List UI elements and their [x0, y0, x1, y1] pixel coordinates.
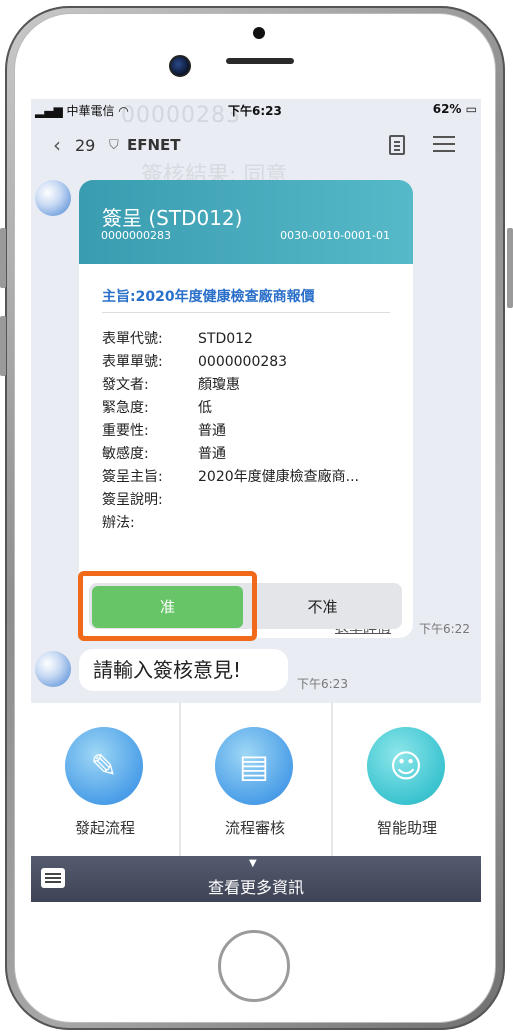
wifi-icon: ◠ [118, 104, 129, 118]
card-subject: 主旨:2020年度健康檢查廠商報價 [102, 289, 315, 305]
field-row: 辦法: [102, 512, 359, 535]
reject-button[interactable]: 不准 [243, 586, 402, 628]
field-row: 簽呈說明: [102, 489, 359, 512]
side-button [0, 228, 6, 288]
chat-title: EFNET [127, 136, 181, 154]
front-camera [169, 55, 191, 77]
field-row: 敏感度: 普通 [102, 443, 359, 466]
field-value: 2020年度健康檢查廠商... [198, 469, 359, 485]
menu-icon[interactable] [433, 136, 455, 152]
field-row: 表單代號: STD012 [102, 328, 359, 351]
field-label: 重要性: [102, 423, 149, 439]
earpiece-speaker [226, 58, 294, 64]
status-time: 下午6:23 [228, 104, 282, 118]
field-value: 低 [198, 400, 212, 416]
message-bubble: 請輸入簽核意見! [79, 649, 288, 691]
field-label: 簽呈說明: [102, 492, 163, 508]
side-button [507, 228, 513, 308]
field-row: 簽呈主旨: 2020年度健康檢查廠商... [102, 466, 359, 489]
action-label: 發起流程 [74, 819, 135, 837]
field-list: 表單代號: STD012 表單單號: 0000000283 發文者: 顏瓊惠 緊急度:… [102, 328, 359, 535]
field-row: 發文者: 顏瓊惠 [102, 374, 359, 397]
action-flow-review[interactable]: ▤ 流程審核 [181, 703, 329, 856]
home-button[interactable] [218, 930, 290, 1002]
field-label: 緊急度: [102, 400, 149, 416]
field-row: 緊急度: 低 [102, 397, 359, 420]
field-label: 表單單號: [102, 354, 163, 370]
field-label: 發文者: [102, 377, 149, 393]
status-bar: ▂▄▆ 中華電信 ◠ 下午6:23 62% ▭ [31, 99, 481, 121]
side-button [0, 316, 6, 376]
shield-icon: ⛉ [109, 138, 119, 153]
divider [102, 312, 390, 313]
caret-down-icon: ▼ [249, 858, 257, 869]
action-label: 智能助理 [376, 819, 437, 837]
approval-stamp-icon: ▤ [215, 727, 293, 805]
back-count[interactable]: 29 [75, 136, 95, 155]
message-time: 下午6:22 [419, 622, 470, 636]
field-label: 表單代號: [102, 331, 163, 347]
field-label: 敏感度: [102, 446, 149, 462]
battery-label: 62% [432, 102, 462, 116]
avatar[interactable] [35, 651, 71, 687]
bottom-bar: ▼ 查看更多資訊 [31, 856, 481, 902]
document-icon[interactable] [389, 135, 405, 155]
back-icon[interactable]: ‹ [53, 133, 61, 157]
front-sensor [253, 27, 265, 39]
highlight-box [78, 571, 257, 641]
field-row: 表單單號: 0000000283 [102, 351, 359, 374]
message-time: 下午6:23 [297, 677, 348, 691]
more-info-button[interactable]: 查看更多資訊 [31, 874, 481, 898]
card-code: 0030-0010-0001-01 [280, 229, 390, 242]
quick-actions: ✎ 發起流程 ▤ 流程審核 ☺ 智能助理 [31, 703, 481, 856]
robot-icon: ☺ [367, 727, 445, 805]
card-header: 簽呈 (STD012) 0000000283 0030-0010-0001-01 [79, 180, 413, 264]
field-value: 顏瓊惠 [198, 377, 240, 393]
field-value: 普通 [198, 423, 226, 439]
field-value: 普通 [198, 446, 226, 462]
battery-status: 62% ▭ [433, 102, 477, 116]
field-label: 簽呈主旨: [102, 469, 163, 485]
action-start-flow[interactable]: ✎ 發起流程 [31, 703, 179, 856]
action-label: 流程審核 [224, 819, 285, 837]
card-number: 0000000283 [101, 229, 171, 242]
carrier-label: 中華電信 [66, 104, 115, 118]
edit-document-icon: ✎ [65, 727, 143, 805]
field-label: 辦法: [102, 515, 135, 531]
action-smart-assistant[interactable]: ☺ 智能助理 [333, 703, 481, 856]
field-value: 0000000283 [198, 354, 288, 370]
nav-bar: ‹ 29 ⛉ EFNET 簽核結果: 同意 [31, 123, 481, 188]
approval-card: 簽呈 (STD012) 0000000283 0030-0010-0001-01… [79, 180, 413, 638]
field-value: STD012 [198, 331, 253, 347]
avatar[interactable] [35, 180, 71, 216]
card-title: 簽呈 (STD012) [102, 206, 243, 230]
app-screen: 00000283 ▂▄▆ 中華電信 ◠ 下午6:23 62% ▭ ‹ 29 ⛉ … [31, 99, 481, 902]
signal-icon: ▂▄▆ [35, 104, 67, 118]
field-row: 重要性: 普通 [102, 420, 359, 443]
battery-icon: ▭ [465, 102, 477, 116]
carrier: ▂▄▆ 中華電信 ◠ [35, 102, 129, 119]
